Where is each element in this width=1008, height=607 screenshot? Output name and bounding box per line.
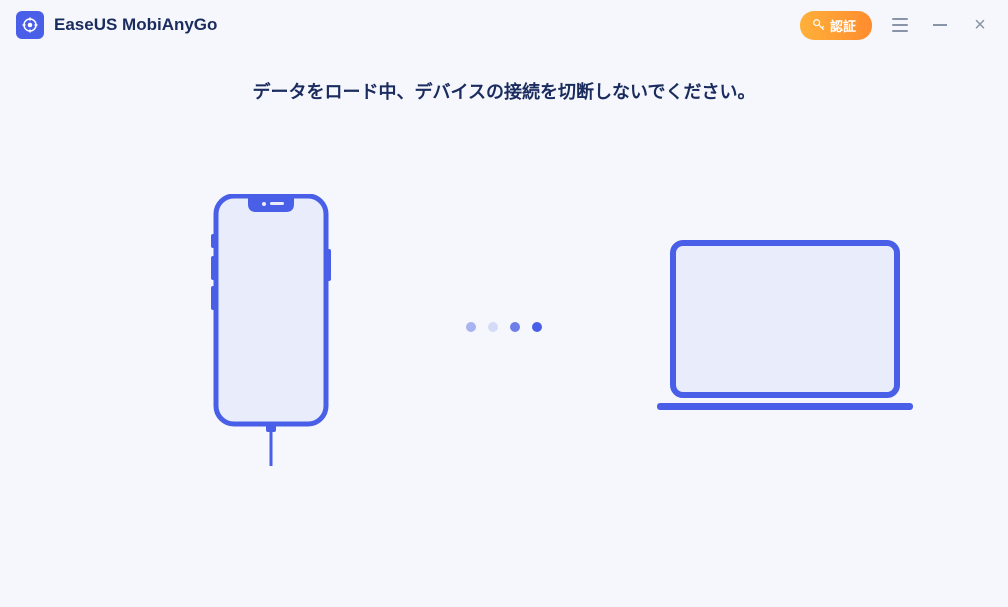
status-message: データをロード中、デバイスの接続を切断しないでください。 (0, 78, 1008, 104)
main-content: データをロード中、デバイスの接続を切断しないでください。 (0, 50, 1008, 194)
minimize-button[interactable] (928, 13, 952, 37)
app-title: EaseUS MobiAnyGo (54, 15, 217, 35)
close-button[interactable]: × (968, 13, 992, 37)
laptop-device-icon (655, 239, 915, 424)
loading-dot (510, 322, 520, 332)
titlebar-controls: 認証 × (800, 11, 992, 40)
auth-button[interactable]: 認証 (800, 11, 872, 40)
close-icon: × (974, 15, 986, 35)
menu-button[interactable] (888, 13, 912, 37)
key-icon (812, 18, 826, 32)
auth-button-label: 認証 (830, 16, 856, 35)
hamburger-icon (892, 18, 908, 32)
app-logo-icon (16, 11, 44, 39)
loading-dots (466, 322, 542, 332)
loading-dot (466, 322, 476, 332)
loading-dot (532, 322, 542, 332)
logo-section: EaseUS MobiAnyGo (16, 11, 217, 39)
phone-device-icon (210, 194, 340, 474)
minimize-icon (933, 24, 947, 26)
loading-dot (488, 322, 498, 332)
titlebar: EaseUS MobiAnyGo 認証 × (0, 0, 1008, 50)
